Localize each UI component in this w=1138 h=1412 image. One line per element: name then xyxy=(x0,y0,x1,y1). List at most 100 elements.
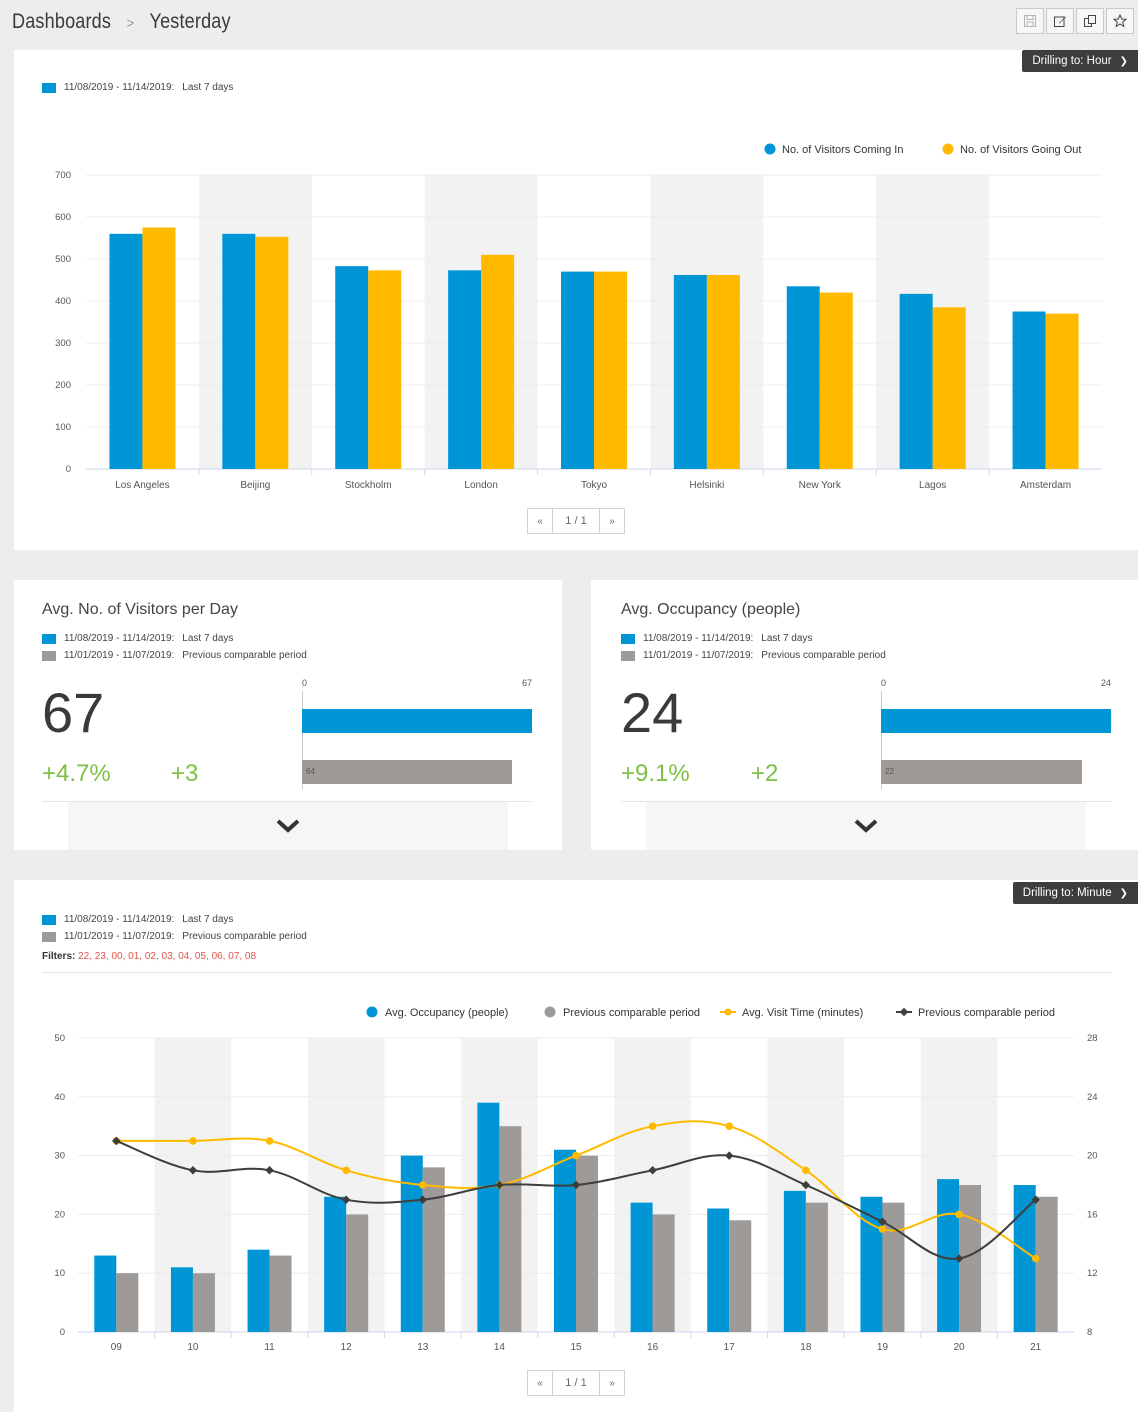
legend-period: Last 7 days xyxy=(761,633,813,644)
bar xyxy=(783,1190,806,1332)
kpi-pct-change: +9.1% xyxy=(621,760,690,787)
bar xyxy=(1012,311,1046,469)
edit-button[interactable] xyxy=(1046,8,1074,34)
y-tick-label: 200 xyxy=(55,380,71,391)
y-tick-label-left: 0 xyxy=(60,1327,65,1338)
pager-page: 1 / 1 xyxy=(552,1371,600,1395)
y-tick-label: 0 xyxy=(66,464,71,475)
kpi-abs-change: +2 xyxy=(751,760,779,787)
save-button[interactable] xyxy=(1016,8,1044,34)
legend-period: Previous comparable period xyxy=(761,650,886,661)
breadcrumb-current: Yesterday xyxy=(149,10,231,33)
legend-range: 11/01/2019 - 11/07/2019: xyxy=(64,931,175,942)
chevron-down-icon: ❯ xyxy=(1119,56,1128,67)
legend-label: No. of Visitors Going Out xyxy=(960,144,1081,156)
x-tick-label: 09 xyxy=(111,1342,123,1353)
bar xyxy=(142,227,176,469)
drill-minute-dropdown[interactable]: Drilling to: Minute ❯ xyxy=(1012,882,1138,904)
bar xyxy=(1035,1196,1058,1332)
line-point xyxy=(648,1122,657,1130)
x-tick-label: New York xyxy=(799,480,842,491)
breadcrumb-root[interactable]: Dashboards xyxy=(12,10,111,33)
x-tick-label: 15 xyxy=(570,1342,582,1353)
x-tick-label: Amsterdam xyxy=(1020,480,1071,491)
kpi-value: 67 xyxy=(42,681,105,744)
line-point xyxy=(724,1151,734,1160)
bar xyxy=(554,1149,576,1332)
bar xyxy=(109,233,143,469)
expand-toggle[interactable] xyxy=(68,802,508,850)
x-tick-label: Helsinki xyxy=(689,480,724,491)
y-tick-label-right: 8 xyxy=(1087,1327,1092,1338)
bar xyxy=(170,1267,193,1332)
bar xyxy=(448,270,482,469)
drill-label: Drilling to: Minute xyxy=(1022,887,1112,899)
bar xyxy=(594,271,627,469)
bar xyxy=(116,1273,139,1332)
x-tick-label: Los Angeles xyxy=(115,480,170,491)
favorite-button[interactable] xyxy=(1106,8,1134,34)
y-tick-label-left: 40 xyxy=(54,1092,65,1103)
legend-period: Last 7 days xyxy=(182,82,234,93)
legend-range: 11/08/2019 - 11/14/2019: xyxy=(64,82,175,93)
x-tick-label: 16 xyxy=(647,1342,659,1353)
kpi-comparison-bars: 0 67 64 xyxy=(302,676,532,790)
pager-prev[interactable]: « xyxy=(528,1371,552,1395)
duplicate-button[interactable] xyxy=(1076,8,1104,34)
legend-label: Previous comparable period xyxy=(918,1007,1055,1019)
legend-range: 11/08/2019 - 11/14/2019: xyxy=(64,914,175,925)
x-tick-label: 18 xyxy=(800,1342,812,1353)
legend-swatch xyxy=(42,633,56,644)
y-tick-label-right: 24 xyxy=(1087,1092,1098,1103)
pager-next[interactable]: » xyxy=(600,1371,624,1395)
scale-max: 24 xyxy=(1100,678,1111,688)
x-tick-label: Tokyo xyxy=(581,480,608,491)
legend-swatch xyxy=(42,650,56,661)
legend-period: Previous comparable period xyxy=(182,931,307,942)
bar xyxy=(368,270,402,469)
x-tick-label: 19 xyxy=(877,1342,889,1353)
bar xyxy=(707,1208,730,1332)
current-bar xyxy=(302,709,532,733)
toolbar xyxy=(1016,8,1134,34)
save-icon xyxy=(1024,15,1036,27)
x-tick-label: 10 xyxy=(187,1342,199,1353)
x-tick-label: 21 xyxy=(1030,1342,1042,1353)
bar xyxy=(630,1202,653,1332)
expand-toggle[interactable] xyxy=(646,802,1086,850)
legend-marker-point xyxy=(724,1008,732,1016)
legend-marker xyxy=(544,1006,556,1018)
bar xyxy=(422,1167,445,1332)
legend-period: Previous comparable period xyxy=(182,650,307,661)
kpi-pct-change: +4.7% xyxy=(42,760,111,787)
previous-bar: 22 xyxy=(881,760,1083,784)
pager-prev[interactable]: « xyxy=(528,509,552,533)
kpi-comparison-bars: 0 24 22 xyxy=(881,676,1111,790)
bar xyxy=(335,266,369,469)
bar xyxy=(937,1179,960,1332)
bar xyxy=(247,1249,270,1332)
line-point xyxy=(265,1137,274,1145)
scale-max: 67 xyxy=(521,678,532,688)
x-tick-label: Stockholm xyxy=(345,480,392,491)
bar xyxy=(94,1255,117,1332)
y-tick-label: 300 xyxy=(55,338,71,349)
line-point xyxy=(265,1166,274,1175)
legend-swatch xyxy=(42,914,56,925)
duplicate-icon xyxy=(1084,15,1096,27)
drill-hour-dropdown[interactable]: Drilling to: Hour ❯ xyxy=(1022,50,1138,72)
x-tick-label: London xyxy=(464,480,497,491)
y-tick-label-left: 20 xyxy=(54,1209,65,1220)
filters: Filters: 22, 23, 00, 01, 02, 03, 04, 05,… xyxy=(42,951,256,962)
star-icon xyxy=(1113,14,1127,28)
line-point xyxy=(572,1151,580,1160)
bar xyxy=(932,307,966,469)
breadcrumb: Dashboards > Yesterday xyxy=(12,10,231,34)
edit-icon xyxy=(1054,16,1066,27)
y-tick-label: 700 xyxy=(55,170,71,181)
pager-next[interactable]: » xyxy=(600,509,624,533)
occupancy-combo-chart: 0 10 20 30 40 50 8 12 16 20 24 28 09 10 11 12 13 14 15 16 17… xyxy=(54,1006,1098,1353)
line-point xyxy=(1031,1254,1040,1263)
scale-min: 0 xyxy=(881,678,887,688)
line-point xyxy=(418,1181,427,1189)
